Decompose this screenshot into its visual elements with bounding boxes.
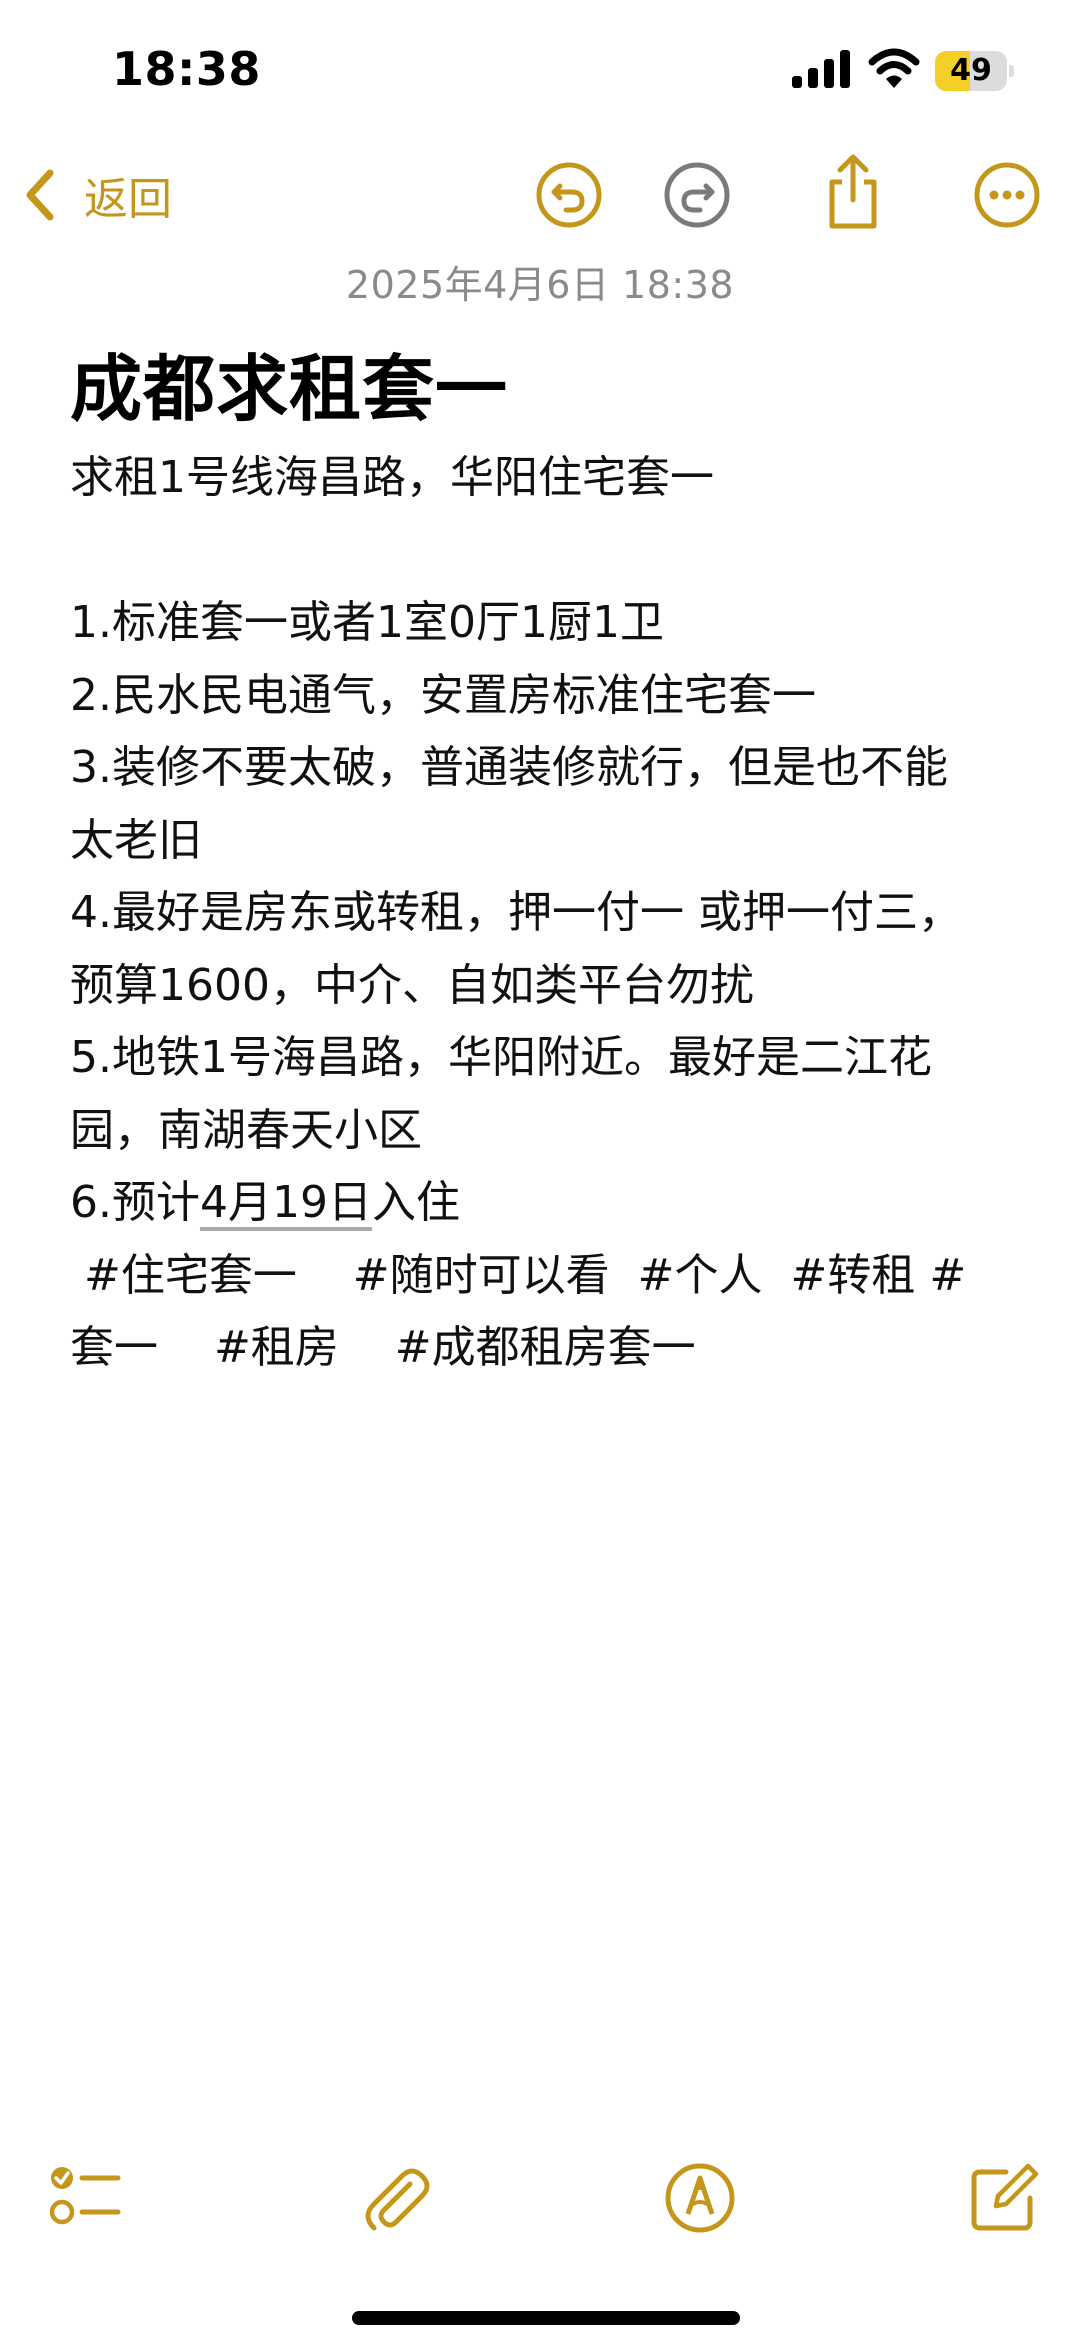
note-text: 入住 [371,1177,460,1228]
note-toolbar: 返回 [0,150,1080,240]
note-line: 园，南湖春天小区 [70,1104,422,1156]
note-line: 求租1号线海昌路，华阳住宅套一 [70,452,714,503]
status-bar: 18:38 49 [0,0,1080,140]
note-line: 5.地铁1号海昌路，华阳附近。最好是二江花 [70,1032,932,1083]
share-icon[interactable] [818,152,888,232]
wifi-icon [868,48,920,88]
note-line: 2.民水民电通气，安置房标准住宅套一 [70,669,816,721]
note-line-empty [70,515,1020,588]
note-text: 6.预计 [70,1177,200,1228]
note-line: 太老旧 [70,814,202,866]
battery-body: 49 [935,51,1007,91]
battery-icon: 49 [935,51,1014,91]
note-body[interactable]: 求租1号线海昌路，华阳住宅套一 1.标准套一或者1室0厅1厨1卫 2.民水民电通… [70,442,1020,1385]
more-icon[interactable] [972,160,1042,230]
battery-tip [1009,65,1014,77]
back-label: 返回 [84,174,172,225]
back-button[interactable]: 返回 [20,158,172,232]
note-line: 6.预计4月19日入住 [70,1167,1020,1240]
compose-icon[interactable] [966,2160,1042,2236]
tags-line[interactable]: 套一 #租房 #成都租房套一 [70,1312,1020,1385]
note-title[interactable]: 成都求租套一 [70,330,508,435]
battery-level: 49 [950,53,992,88]
undo-icon[interactable] [534,160,604,230]
paperclip-icon[interactable] [358,2160,434,2236]
note-line: 3.装修不要太破，普通装修就行，但是也不能 [70,742,948,793]
markup-pen-icon[interactable] [662,2160,738,2236]
status-time: 18:38 [112,42,261,96]
date-link[interactable]: 4月19日 [200,1177,372,1228]
chevron-left-icon [26,169,54,221]
redo-icon[interactable] [662,160,732,230]
signal-icon [792,50,850,88]
note-line: 预算1600，中介、自如类平台勿扰 [70,959,754,1011]
bottom-toolbar [0,2150,1080,2250]
checklist-icon[interactable] [46,2160,122,2236]
home-indicator[interactable] [352,2311,740,2325]
tags-line[interactable]: #住宅套一 #随时可以看 #个人 #转租 # [70,1240,1020,1313]
note-date: 2025年4月6日 18:38 [345,263,735,307]
note-line: 4.最好是房东或转租，押一付一 或押一付三， [70,887,962,938]
note-line: 1.标准套一或者1室0厅1厨1卫 [70,597,664,648]
